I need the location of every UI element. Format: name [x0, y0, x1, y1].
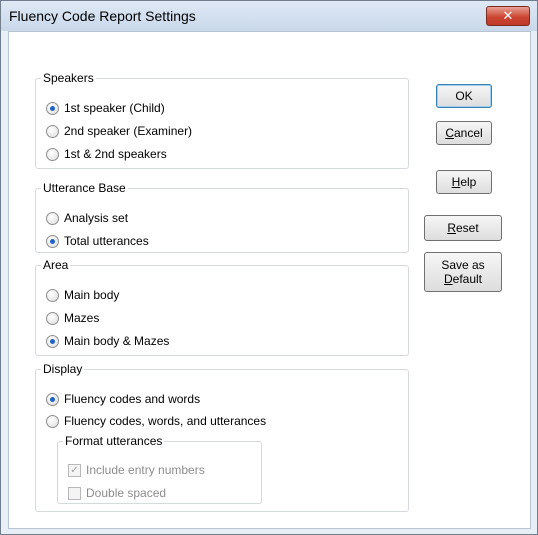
radio-label: Fluency codes, words, and utterances — [64, 414, 267, 428]
cancel-button-label: Cancel — [445, 126, 483, 140]
format-utterances-group: Format utterances ✓ Include entry number… — [57, 434, 262, 504]
radio-2nd-speaker[interactable]: 2nd speaker (Examiner) — [46, 124, 192, 138]
display-legend: Display — [43, 362, 83, 376]
radio-button[interactable] — [46, 288, 59, 302]
close-button[interactable]: ✕ — [486, 6, 530, 26]
help-button-label: Help — [451, 175, 477, 189]
radio-button[interactable] — [46, 124, 59, 138]
radio-label: Main body & Mazes — [64, 334, 170, 348]
utterance-base-legend: Utterance Base — [43, 181, 126, 195]
radio-1st-speaker[interactable]: 1st speaker (Child) — [46, 101, 165, 115]
radio-label: 1st speaker (Child) — [64, 101, 165, 115]
speakers-group: Speakers 1st speaker (Child) 2nd speaker… — [35, 71, 409, 169]
save-as-default-label-line2: Default — [443, 272, 483, 286]
radio-label: Fluency codes and words — [64, 392, 201, 406]
radio-main-body-mazes[interactable]: Main body & Mazes — [46, 334, 169, 348]
cancel-button[interactable]: Cancel — [436, 121, 492, 145]
radio-fluency-codes-words[interactable]: Fluency codes and words — [46, 392, 200, 406]
checkbox-include-entry-numbers[interactable]: ✓ Include entry numbers — [68, 463, 205, 477]
radio-both-speakers[interactable]: 1st & 2nd speakers — [46, 147, 167, 161]
format-utterances-legend: Format utterances — [65, 434, 163, 448]
dialog-window: Fluency Code Report Settings ✕ Speakers … — [0, 0, 538, 535]
radio-label: Total utterances — [64, 234, 149, 248]
radio-fluency-codes-words-utterances[interactable]: Fluency codes, words, and utterances — [46, 414, 266, 428]
radio-label: 1st & 2nd speakers — [64, 147, 167, 161]
ok-button[interactable]: OK — [436, 84, 492, 108]
radio-mazes[interactable]: Mazes — [46, 311, 99, 325]
ok-button-label: OK — [455, 89, 473, 103]
radio-button[interactable] — [46, 211, 59, 225]
radio-label: Analysis set — [64, 211, 129, 225]
radio-button[interactable] — [46, 311, 59, 325]
help-button[interactable]: Help — [436, 170, 492, 194]
speakers-legend: Speakers — [43, 71, 94, 85]
checkbox-checked-disabled[interactable]: ✓ — [68, 463, 81, 477]
radio-button-selected[interactable] — [46, 334, 59, 348]
radio-button-selected[interactable] — [46, 392, 59, 406]
radio-label: Mazes — [64, 311, 100, 325]
reset-button[interactable]: Reset — [424, 215, 502, 241]
radio-label: 2nd speaker (Examiner) — [64, 124, 193, 138]
radio-main-body[interactable]: Main body — [46, 288, 119, 302]
utterance-base-group: Utterance Base Analysis set Total uttera… — [35, 181, 409, 253]
dialog-title: Fluency Code Report Settings — [9, 8, 196, 24]
radio-button-selected[interactable] — [46, 101, 59, 115]
area-group: Area Main body Mazes Main body & Mazes — [35, 258, 409, 356]
close-icon: ✕ — [502, 8, 514, 23]
radio-analysis-set[interactable]: Analysis set — [46, 211, 128, 225]
radio-label: Main body — [64, 288, 120, 302]
radio-total-utterances[interactable]: Total utterances — [46, 234, 149, 248]
checkbox-disabled[interactable] — [68, 486, 81, 500]
radio-button[interactable] — [46, 414, 59, 428]
dialog-client-area: Speakers 1st speaker (Child) 2nd speaker… — [8, 31, 531, 529]
display-group: Display Fluency codes and words Fluency … — [35, 362, 409, 512]
area-legend: Area — [43, 258, 69, 272]
save-as-default-label-line1: Save as — [441, 258, 485, 272]
checkbox-label: Double spaced — [86, 486, 167, 500]
reset-button-label: Reset — [447, 221, 479, 235]
radio-button[interactable] — [46, 147, 59, 161]
checkbox-label: Include entry numbers — [86, 463, 205, 477]
title-bar[interactable]: Fluency Code Report Settings ✕ — [1, 1, 537, 31]
save-as-default-button[interactable]: Save as Default — [424, 252, 502, 292]
radio-button-selected[interactable] — [46, 234, 59, 248]
checkbox-double-spaced[interactable]: Double spaced — [68, 486, 166, 500]
